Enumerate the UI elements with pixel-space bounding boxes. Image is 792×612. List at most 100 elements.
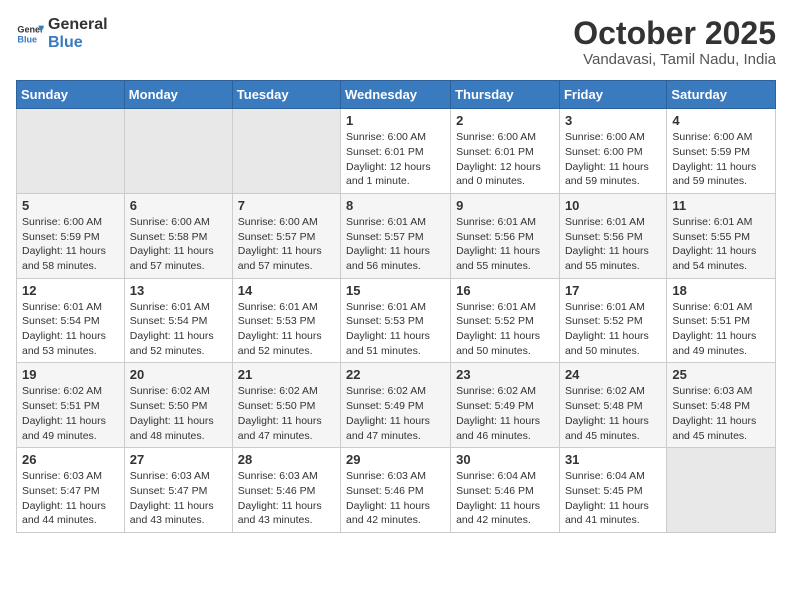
logo-icon: General Blue — [16, 20, 44, 48]
day-number: 6 — [130, 198, 227, 213]
day-number: 11 — [672, 198, 770, 213]
calendar-header-row: Sunday Monday Tuesday Wednesday Thursday… — [17, 81, 776, 109]
day-info: Sunrise: 6:03 AM Sunset: 5:47 PM Dayligh… — [22, 469, 119, 528]
day-info: Sunrise: 6:01 AM Sunset: 5:52 PM Dayligh… — [456, 300, 554, 359]
col-sunday: Sunday — [17, 81, 125, 109]
week-row-3: 12 Sunrise: 6:01 AM Sunset: 5:54 PM Dayli… — [17, 278, 776, 363]
day-info: Sunrise: 6:01 AM Sunset: 5:56 PM Dayligh… — [565, 215, 661, 274]
day-number: 4 — [672, 113, 770, 128]
calendar-cell — [17, 109, 125, 194]
week-row-2: 5 Sunrise: 6:00 AM Sunset: 5:59 PM Daylig… — [17, 193, 776, 278]
day-info: Sunrise: 6:01 AM Sunset: 5:56 PM Dayligh… — [456, 215, 554, 274]
logo-blue-text: Blue — [48, 34, 108, 52]
col-wednesday: Wednesday — [341, 81, 451, 109]
day-number: 2 — [456, 113, 554, 128]
calendar-cell: 29 Sunrise: 6:03 AM Sunset: 5:46 PM Dayli… — [341, 448, 451, 533]
calendar-cell: 20 Sunrise: 6:02 AM Sunset: 5:50 PM Dayli… — [124, 363, 232, 448]
day-info: Sunrise: 6:03 AM Sunset: 5:46 PM Dayligh… — [238, 469, 335, 528]
day-number: 30 — [456, 452, 554, 467]
day-number: 7 — [238, 198, 335, 213]
col-tuesday: Tuesday — [232, 81, 340, 109]
calendar-cell: 15 Sunrise: 6:01 AM Sunset: 5:53 PM Dayli… — [341, 278, 451, 363]
calendar-cell: 16 Sunrise: 6:01 AM Sunset: 5:52 PM Dayli… — [451, 278, 560, 363]
calendar-cell: 19Sunrise: 6:02 AM Sunset: 5:51 PM Dayli… — [17, 363, 125, 448]
calendar-table: Sunday Monday Tuesday Wednesday Thursday… — [16, 80, 776, 533]
calendar-cell: 25 Sunrise: 6:03 AM Sunset: 5:48 PM Dayli… — [667, 363, 776, 448]
day-number: 15 — [346, 283, 445, 298]
day-number: 16 — [456, 283, 554, 298]
calendar-cell: 10 Sunrise: 6:01 AM Sunset: 5:56 PM Dayli… — [559, 193, 666, 278]
day-number: 31 — [565, 452, 661, 467]
col-monday: Monday — [124, 81, 232, 109]
title-block: October 2025 Vandavasi, Tamil Nadu, Indi… — [573, 16, 776, 68]
calendar-cell: 26 Sunrise: 6:03 AM Sunset: 5:47 PM Dayli… — [17, 448, 125, 533]
day-number: 24 — [565, 367, 661, 382]
location-text: Vandavasi, Tamil Nadu, India — [573, 51, 776, 68]
day-info: Sunrise: 6:02 AM Sunset: 5:48 PM Dayligh… — [565, 384, 661, 443]
day-number: 25 — [672, 367, 770, 382]
calendar-cell: 18 Sunrise: 6:01 AM Sunset: 5:51 PM Dayli… — [667, 278, 776, 363]
calendar-cell: 24 Sunrise: 6:02 AM Sunset: 5:48 PM Dayli… — [559, 363, 666, 448]
day-number: 29 — [346, 452, 445, 467]
day-info: Sunrise: 6:04 AM Sunset: 5:45 PM Dayligh… — [565, 469, 661, 528]
calendar-cell: 8Sunrise: 6:01 AM Sunset: 5:57 PM Daylig… — [341, 193, 451, 278]
day-number: 5 — [22, 198, 119, 213]
day-info: Sunrise: 6:01 AM Sunset: 5:57 PM Dayligh… — [346, 215, 445, 274]
day-info: Sunrise: 6:03 AM Sunset: 5:47 PM Dayligh… — [130, 469, 227, 528]
day-info: Sunrise: 6:02 AM Sunset: 5:49 PM Dayligh… — [346, 384, 445, 443]
day-number: 12 — [22, 283, 119, 298]
day-info: Sunrise: 6:00 AM Sunset: 5:59 PM Dayligh… — [672, 130, 770, 189]
logo-general-text: General — [48, 16, 108, 34]
calendar-cell: 6Sunrise: 6:00 AM Sunset: 5:58 PM Daylig… — [124, 193, 232, 278]
week-row-4: 19Sunrise: 6:02 AM Sunset: 5:51 PM Dayli… — [17, 363, 776, 448]
day-info: Sunrise: 6:02 AM Sunset: 5:49 PM Dayligh… — [456, 384, 554, 443]
week-row-1: 1Sunrise: 6:00 AM Sunset: 6:01 PM Daylig… — [17, 109, 776, 194]
day-info: Sunrise: 6:01 AM Sunset: 5:53 PM Dayligh… — [238, 300, 335, 359]
calendar-cell: 11 Sunrise: 6:01 AM Sunset: 5:55 PM Dayli… — [667, 193, 776, 278]
day-number: 10 — [565, 198, 661, 213]
calendar-cell: 28 Sunrise: 6:03 AM Sunset: 5:46 PM Dayli… — [232, 448, 340, 533]
day-number: 26 — [22, 452, 119, 467]
day-info: Sunrise: 6:00 AM Sunset: 6:01 PM Dayligh… — [456, 130, 554, 189]
day-number: 21 — [238, 367, 335, 382]
page-header: General Blue General Blue October 2025 V… — [16, 16, 776, 68]
day-info: Sunrise: 6:01 AM Sunset: 5:54 PM Dayligh… — [22, 300, 119, 359]
logo: General Blue General Blue — [16, 16, 108, 51]
day-number: 9 — [456, 198, 554, 213]
calendar-cell: 23 Sunrise: 6:02 AM Sunset: 5:49 PM Dayli… — [451, 363, 560, 448]
calendar-cell: 31 Sunrise: 6:04 AM Sunset: 5:45 PM Dayli… — [559, 448, 666, 533]
day-number: 17 — [565, 283, 661, 298]
day-info: Sunrise: 6:00 AM Sunset: 5:59 PM Dayligh… — [22, 215, 119, 274]
calendar-cell: 22 Sunrise: 6:02 AM Sunset: 5:49 PM Dayli… — [341, 363, 451, 448]
day-number: 22 — [346, 367, 445, 382]
day-info: Sunrise: 6:03 AM Sunset: 5:48 PM Dayligh… — [672, 384, 770, 443]
calendar-cell — [232, 109, 340, 194]
day-number: 20 — [130, 367, 227, 382]
calendar-cell: 2 Sunrise: 6:00 AM Sunset: 6:01 PM Daylig… — [451, 109, 560, 194]
day-info: Sunrise: 6:03 AM Sunset: 5:46 PM Dayligh… — [346, 469, 445, 528]
day-number: 23 — [456, 367, 554, 382]
day-info: Sunrise: 6:02 AM Sunset: 5:51 PM Dayligh… — [22, 384, 119, 443]
calendar-cell: 14 Sunrise: 6:01 AM Sunset: 5:53 PM Dayli… — [232, 278, 340, 363]
day-info: Sunrise: 6:01 AM Sunset: 5:51 PM Dayligh… — [672, 300, 770, 359]
calendar-cell: 12 Sunrise: 6:01 AM Sunset: 5:54 PM Dayli… — [17, 278, 125, 363]
day-info: Sunrise: 6:02 AM Sunset: 5:50 PM Dayligh… — [130, 384, 227, 443]
calendar-cell: 30 Sunrise: 6:04 AM Sunset: 5:46 PM Dayli… — [451, 448, 560, 533]
calendar-cell — [667, 448, 776, 533]
calendar-cell: 27 Sunrise: 6:03 AM Sunset: 5:47 PM Dayli… — [124, 448, 232, 533]
day-number: 14 — [238, 283, 335, 298]
day-info: Sunrise: 6:01 AM Sunset: 5:54 PM Dayligh… — [130, 300, 227, 359]
day-number: 3 — [565, 113, 661, 128]
day-info: Sunrise: 6:00 AM Sunset: 6:01 PM Dayligh… — [346, 130, 445, 189]
day-info: Sunrise: 6:01 AM Sunset: 5:53 PM Dayligh… — [346, 300, 445, 359]
calendar-cell: 7Sunrise: 6:00 AM Sunset: 5:57 PM Daylig… — [232, 193, 340, 278]
day-number: 27 — [130, 452, 227, 467]
col-saturday: Saturday — [667, 81, 776, 109]
day-number: 18 — [672, 283, 770, 298]
calendar-cell: 3Sunrise: 6:00 AM Sunset: 6:00 PM Daylig… — [559, 109, 666, 194]
month-title: October 2025 — [573, 16, 776, 51]
day-info: Sunrise: 6:01 AM Sunset: 5:55 PM Dayligh… — [672, 215, 770, 274]
day-info: Sunrise: 6:04 AM Sunset: 5:46 PM Dayligh… — [456, 469, 554, 528]
day-number: 28 — [238, 452, 335, 467]
calendar-cell: 4 Sunrise: 6:00 AM Sunset: 5:59 PM Daylig… — [667, 109, 776, 194]
